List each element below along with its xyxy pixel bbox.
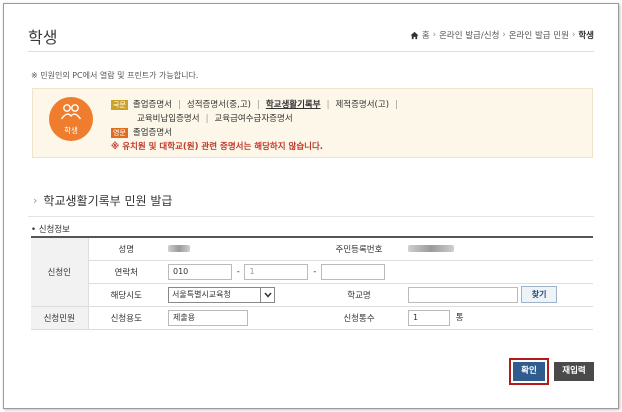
section-title: › 학교생활기록부 민원 발급: [33, 192, 172, 209]
separator: |: [256, 100, 260, 110]
cert-item-benefit[interactable]: 교육급여수급자증명서: [214, 114, 292, 124]
find-school-button[interactable]: 찾기: [520, 286, 558, 303]
name-label: 성명: [88, 237, 164, 261]
cert-item-graduation[interactable]: 졸업증명서: [133, 100, 172, 110]
divider: [28, 216, 594, 217]
separator: |: [178, 100, 181, 110]
english-tag: 영문: [111, 127, 128, 138]
dash: -: [236, 267, 240, 277]
count-input[interactable]: 1: [408, 309, 450, 326]
chevron-down-icon: [260, 287, 274, 302]
contact-label: 연락처: [88, 260, 164, 284]
confirm-button[interactable]: 확인: [513, 362, 545, 381]
count-label: 신청통수: [314, 306, 404, 330]
purpose-input[interactable]: 제출용: [168, 309, 248, 326]
rrn-value: [404, 237, 593, 261]
cert-item-tuition[interactable]: 교육비납입증명서: [137, 114, 200, 124]
korean-tag: 국문: [111, 99, 128, 110]
separator: |: [395, 100, 398, 110]
request-label: 신청민원: [31, 306, 89, 330]
students-icon: [60, 104, 82, 120]
home-icon[interactable]: [410, 31, 419, 40]
cert-item-school-record[interactable]: 학교생활기록부: [266, 100, 321, 110]
applicant-label: 신청인: [31, 237, 89, 307]
count-cell: 1 통: [404, 306, 593, 330]
application-form: 신청인 성명 주민등록번호 연락처 010 - 1 - 해당시도 서울특별시교육…: [31, 236, 593, 330]
sub-title: • 신청정보: [31, 225, 70, 235]
purpose-cell: 제출용: [164, 306, 314, 330]
name-value: [164, 237, 314, 261]
contact-inputs: 010 - 1 -: [164, 260, 593, 284]
chevron-right-icon: ›: [571, 30, 576, 40]
region-select-value: 서울특별시교육청: [172, 290, 231, 299]
chevron-right-icon: ›: [33, 194, 38, 207]
badge-label: 학생: [64, 126, 78, 135]
masked-name: [168, 244, 190, 252]
dash: -: [313, 267, 317, 277]
breadcrumb-current: 학생: [578, 31, 594, 41]
divider: [28, 51, 594, 52]
breadcrumb-civil[interactable]: 온라인 발급 민원: [509, 29, 569, 41]
separator: |: [205, 114, 209, 124]
page-title: 학생: [28, 28, 58, 47]
separator: |: [326, 100, 330, 110]
section-title-text: 학교생활기록부 민원 발급: [43, 194, 173, 208]
sub-title-text: 신청정보: [38, 225, 70, 235]
breadcrumb-home[interactable]: 홈: [422, 29, 430, 41]
school-cell: 찾기: [404, 283, 593, 307]
phone-prefix-input[interactable]: 010: [168, 263, 232, 280]
english-cert-row: 영문 졸업증명서: [111, 126, 172, 138]
region-select[interactable]: 서울특별시교육청: [168, 286, 275, 303]
reset-button[interactable]: 재입력: [554, 362, 594, 381]
certificate-info-box: 학생 국문 졸업증명서 | 성적증명서(중,고) | 학교생활기록부 | 제적증명서(고) | …: [32, 88, 593, 158]
breadcrumb-online[interactable]: 온라인 발급/신청: [439, 29, 499, 41]
notice-text: ※ 민원인의 PC에서 열람 및 프린트가 가능합니다.: [31, 71, 199, 80]
school-label: 학교명: [314, 283, 404, 307]
warning-text: ※ 유치원 및 대학교(원) 관련 증명서는 해당하지 않습니다.: [111, 142, 324, 152]
school-input[interactable]: [408, 286, 518, 303]
region-label: 해당시도: [88, 283, 164, 307]
purpose-label: 신청용도: [88, 306, 164, 330]
phone-last-input[interactable]: [320, 263, 385, 280]
cert-item-expulsion[interactable]: 제적증명서(고): [335, 100, 389, 110]
chevron-right-icon: ›: [502, 30, 506, 40]
cert-item-grades[interactable]: 성적증명서(중,고): [187, 100, 251, 110]
cert-item-english-graduation[interactable]: 졸업증명서: [133, 128, 172, 138]
korean-cert-row-2: 교육비납입증명서 | 교육급여수급자증명서: [137, 112, 293, 124]
count-unit: 통: [455, 313, 464, 323]
korean-cert-row: 국문 졸업증명서 | 성적증명서(중,고) | 학교생활기록부 | 제적증명서(고) |: [111, 98, 404, 110]
chevron-right-icon: ›: [432, 30, 437, 40]
masked-rrn: [408, 244, 454, 252]
rrn-label: 주민등록번호: [314, 237, 404, 261]
student-badge: 학생: [49, 97, 93, 141]
phone-middle-input[interactable]: 1: [244, 263, 309, 280]
confirm-highlight: 확인: [509, 358, 549, 385]
breadcrumb: 홈 › 온라인 발급/신청 › 온라인 발급 민원 › 학생: [410, 29, 594, 41]
region-cell: 서울특별시교육청: [164, 283, 314, 307]
